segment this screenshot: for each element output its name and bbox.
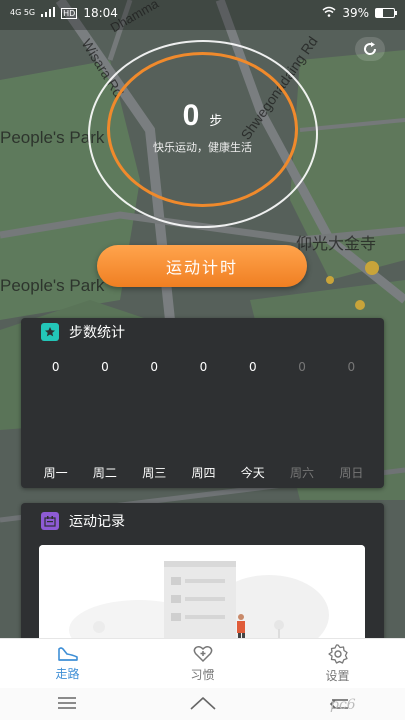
weekday-label: 周六	[290, 466, 315, 480]
nav-habit[interactable]: 习惯	[135, 639, 270, 689]
weekday-label: 周日	[339, 466, 364, 480]
step-value-cell: 0	[248, 360, 257, 374]
weekday-label: 周三	[142, 466, 167, 480]
gear-icon	[327, 644, 348, 664]
map-label-peoples-park-2: People's Park	[0, 276, 105, 295]
step-value-cell: 0	[150, 360, 159, 374]
home-icon[interactable]	[189, 695, 216, 714]
nav-walk[interactable]: 走路	[0, 639, 135, 689]
wifi-icon	[322, 6, 336, 20]
bottom-nav: 走路 习惯 设置	[0, 638, 405, 689]
step-value-cell: 0	[199, 360, 208, 374]
step-value-cell: 0	[347, 360, 356, 374]
menu-icon[interactable]	[57, 695, 77, 714]
weekday-label: 周四	[191, 466, 216, 480]
refresh-icon	[364, 42, 377, 55]
status-bar: 4G 5G HD 18:04 39%	[0, 0, 405, 26]
weekday-label: 今天	[240, 466, 265, 480]
network-indicator: 4G 5G	[10, 8, 36, 17]
status-right: 39%	[322, 6, 397, 20]
nav-settings-label: 设置	[325, 669, 350, 683]
step-count-row: 0 步	[183, 99, 223, 133]
shoe-icon	[57, 647, 78, 661]
watermark-logo: pc6	[330, 697, 356, 713]
step-stats-title: 步数统计	[69, 325, 125, 341]
battery-icon	[375, 8, 397, 18]
nav-habit-label: 习惯	[190, 668, 215, 682]
status-left: 4G 5G HD 18:04	[10, 6, 118, 20]
calendar-badge-icon	[41, 512, 59, 530]
status-time: 18:04	[83, 6, 118, 20]
star-badge-icon	[41, 323, 59, 341]
weekday-row: 周一 周二 周三 周四 今天 周六 周日	[31, 464, 376, 481]
weekday-label: 周二	[92, 466, 117, 480]
map-label-pagoda: 仰光大金寺	[296, 236, 377, 253]
step-counter: 0 步 快乐运动，健康生活	[107, 52, 298, 207]
step-value-cell: 0	[101, 360, 109, 374]
step-value-cell: 0	[298, 360, 306, 374]
step-stats-header: 步数统计	[21, 319, 384, 345]
heart-plus-icon	[193, 646, 212, 663]
step-stats-card: 步数统计 0 0 0 0 0 0 0 周一 周二 周三 周四 今天 周六 周日	[21, 318, 384, 488]
step-slogan: 快乐运动，健康生活	[153, 140, 252, 154]
step-unit: 步	[209, 113, 223, 129]
signal-icon	[41, 6, 56, 20]
battery-fill	[376, 9, 384, 17]
nav-walk-label: 走路	[55, 667, 80, 681]
records-header: 运动记录	[21, 508, 384, 534]
weekday-label: 周一	[43, 466, 68, 480]
start-timer-button[interactable]: 运动计时	[97, 245, 307, 287]
step-values-row: 0 0 0 0 0 0 0	[31, 360, 376, 374]
records-title: 运动记录	[69, 514, 125, 530]
nav-settings[interactable]: 设置	[270, 639, 405, 689]
hd-badge: HD	[61, 7, 78, 19]
refresh-button[interactable]	[355, 37, 385, 61]
battery-percent: 39%	[342, 6, 369, 20]
step-value-cell: 0	[51, 360, 60, 374]
step-count: 0	[182, 98, 200, 132]
